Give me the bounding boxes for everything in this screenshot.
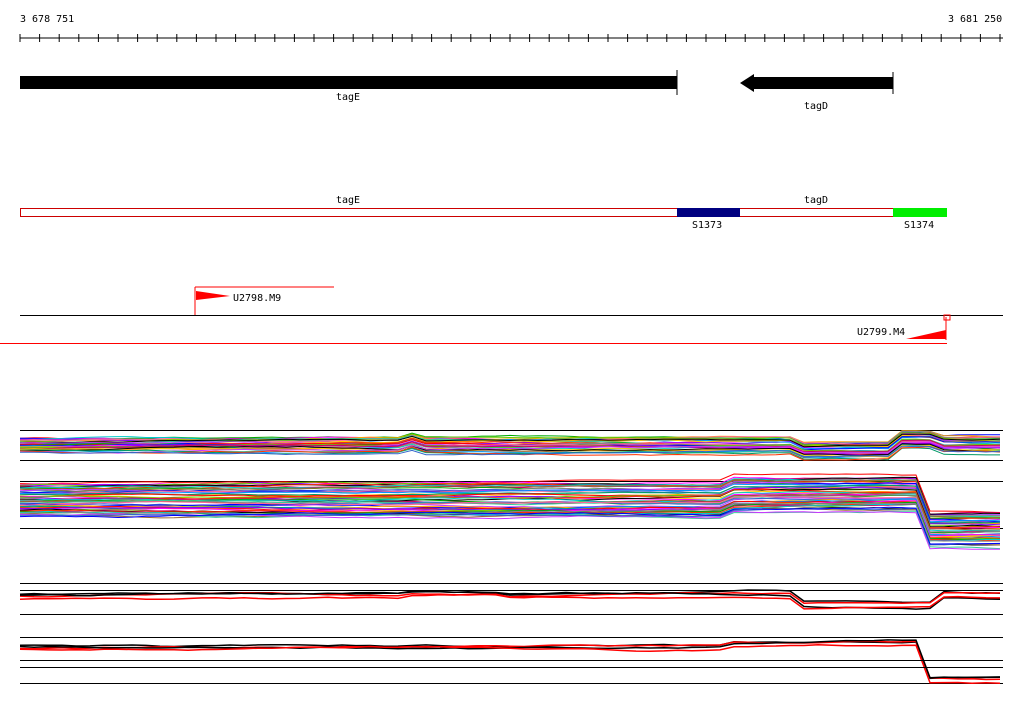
primer-label-U2799: U2799.M4: [857, 327, 906, 338]
segment-label-S1374: S1374: [904, 220, 935, 231]
position-ruler: [19, 34, 1003, 42]
primer-flag-reverse[interactable]: [906, 330, 946, 339]
primer-label-U2798: U2798.M9: [233, 293, 282, 304]
gene-label-tagD: tagD: [804, 101, 829, 112]
segment-label-S1373: S1373: [692, 220, 723, 231]
primer-track: [0, 286, 1003, 344]
summary-line: [19, 644, 1001, 684]
primer-flag-forward[interactable]: [196, 291, 230, 300]
expression-profile-lower: [19, 473, 1003, 550]
gene-arrow-tagE[interactable]: [20, 76, 677, 89]
profile-line: [19, 510, 1000, 550]
summary-profile-lower: [19, 637, 1003, 684]
gene-track: [20, 70, 894, 95]
segment-S1374[interactable]: [893, 208, 947, 217]
annotation-label-tagD: tagD: [804, 195, 829, 206]
annotation-outline: [20, 208, 947, 217]
summary-profile-upper: [19, 583, 1003, 615]
genome-browser-view: 3 678 751 3 681 250 tagE tagD tagE tagD …: [0, 0, 1024, 714]
expression-profile-upper: [19, 430, 1003, 461]
summary-line: [20, 590, 1001, 610]
track-canvas: [0, 34, 1003, 684]
profile-line: [19, 510, 1001, 550]
segment-S1373[interactable]: [677, 208, 740, 217]
annotation-track: [20, 208, 947, 217]
gene-arrow-tagD[interactable]: [740, 74, 893, 92]
ruler-start-label: 3 678 751: [20, 14, 75, 25]
annotation-label-tagE: tagE: [336, 195, 361, 206]
gene-label-tagE: tagE: [336, 92, 361, 103]
ruler-end-label: 3 681 250: [948, 14, 1003, 25]
